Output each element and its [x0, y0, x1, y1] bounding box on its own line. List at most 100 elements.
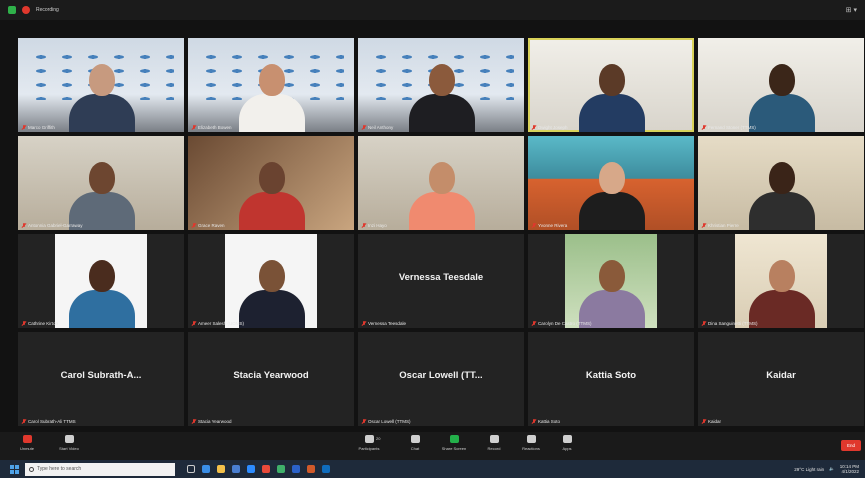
system-tray: 29°C Light rain 🔈 10:14 PM 4/1/2022	[794, 464, 865, 474]
participant-display-name: Vernessa Teesdale	[398, 272, 484, 283]
participant-name-tag: Fernand Stoner (TTMS)	[701, 125, 756, 130]
participant-name-tag: Antonnia Gabriel-Garraway	[21, 223, 83, 228]
participant-name-tag: Marco Griffith	[21, 125, 55, 130]
excel-icon[interactable]	[277, 465, 285, 473]
participant-video-figure	[235, 54, 307, 132]
participant-tile[interactable]: Marco Griffith	[18, 38, 184, 132]
participant-tile[interactable]: Cathrine Kirton	[18, 234, 184, 328]
participant-tile[interactable]: Kattia Soto Kattia Soto	[528, 332, 694, 426]
participant-tile[interactable]: Dwight Joseph	[528, 38, 694, 132]
unmute-button[interactable]: Unmute	[10, 435, 44, 451]
clock-date: 4/1/2022	[841, 469, 859, 474]
participant-name-tag: Inzi Hayo	[361, 223, 387, 228]
participant-name-label: Marco Griffith	[28, 125, 55, 130]
person-body	[749, 192, 815, 230]
person-body	[749, 94, 815, 132]
participant-video-figure	[575, 152, 647, 230]
microphone-muted-icon	[701, 223, 706, 228]
participant-tile[interactable]: Khristian Pierre	[698, 136, 864, 230]
chat-label: Chat	[410, 446, 420, 451]
chrome-icon[interactable]	[262, 465, 270, 473]
participant-tile[interactable]: Inzi Hayo	[358, 136, 524, 230]
taskbar-clock[interactable]: 10:14 PM 4/1/2022	[840, 464, 859, 474]
pinned-apps	[187, 465, 330, 473]
participant-name-tag: Ameer Salesh (UOMS)	[191, 321, 244, 326]
person-head	[599, 260, 625, 292]
participant-name-tag: Kaidar	[701, 419, 721, 424]
record-button[interactable]: Record	[477, 435, 511, 451]
participant-video-figure	[405, 152, 477, 230]
participants-count: 20	[376, 436, 381, 441]
participant-video-figure	[745, 250, 817, 328]
participant-tile[interactable]: Yvonne Rivera	[528, 136, 694, 230]
participant-tile[interactable]: Vernessa Teesdale Vernessa Teesdale	[358, 234, 524, 328]
meeting-control-bar: Unmute Start Video Participants 20 Chat …	[0, 432, 865, 460]
participant-display-name: Kattia Soto	[585, 370, 637, 381]
microphone-muted-icon	[21, 321, 26, 326]
person-body	[579, 192, 645, 230]
participants-icon	[364, 435, 374, 443]
participant-name-label: Stacia Yearwood	[198, 419, 232, 424]
person-head	[599, 162, 625, 194]
outlook-icon[interactable]	[322, 465, 330, 473]
microphone-muted-icon	[361, 321, 366, 326]
record-label: Record	[487, 446, 501, 451]
word-icon[interactable]	[292, 465, 300, 473]
microphone-muted-icon	[701, 419, 706, 424]
person-body	[239, 192, 305, 230]
participant-tile[interactable]: Neil Anthony	[358, 38, 524, 132]
participant-tile[interactable]: Fernand Stoner (TTMS)	[698, 38, 864, 132]
participant-tile[interactable]: Oscar Lowell (TT... Oscar Lowell (TTMS)	[358, 332, 524, 426]
participant-tile[interactable]: Antonnia Gabriel-Garraway	[18, 136, 184, 230]
weather-status[interactable]: 29°C Light rain	[794, 467, 824, 472]
participant-tile[interactable]: Ameer Salesh (UOMS)	[188, 234, 354, 328]
taskbar-search-box[interactable]: Type here to search	[25, 462, 175, 476]
participant-name-tag: Khristian Pierre	[701, 223, 739, 228]
video-camera-icon	[64, 435, 74, 443]
person-head	[89, 64, 115, 96]
windows-taskbar: Type here to search 29°C Light rain 🔈 10…	[0, 460, 865, 478]
windows-start-icon[interactable]	[10, 464, 19, 474]
microphone-muted-icon	[191, 223, 196, 228]
task-view-icon[interactable]	[187, 465, 195, 473]
speaker-icon[interactable]: 🔈	[829, 466, 835, 472]
zoom-meeting-window: Recording ⊞ ▾ Marco Griffith Elizabeth Bo…	[0, 0, 865, 478]
microphone-muted-icon	[361, 419, 366, 424]
microphone-muted-icon	[361, 223, 366, 228]
recording-label: Recording	[36, 7, 59, 13]
participant-tile[interactable]: Carolyn De Castro (TTMS)	[528, 234, 694, 328]
microphone-muted-icon	[21, 419, 26, 424]
microphone-muted-icon	[21, 125, 26, 130]
powerpoint-icon[interactable]	[307, 465, 315, 473]
reactions-button[interactable]: Reactions	[514, 435, 548, 451]
microphone-muted-icon	[701, 125, 706, 130]
person-head	[259, 64, 285, 96]
participant-tile[interactable]: Elizabeth Bowen	[188, 38, 354, 132]
participant-tile[interactable]: Stacia Yearwood Stacia Yearwood	[188, 332, 354, 426]
participant-tile[interactable]: Dina Sanguinetti (TTMS)	[698, 234, 864, 328]
participant-tile[interactable]: Carol Subrath-A... Carol Subrath-Ali TTMS	[18, 332, 184, 426]
apps-button[interactable]: Apps	[550, 435, 584, 451]
share-screen-icon	[449, 435, 459, 443]
participant-tile[interactable]: Kaidar Kaidar	[698, 332, 864, 426]
edge-icon[interactable]	[202, 465, 210, 473]
participant-display-name: Kaidar	[766, 370, 796, 381]
person-head	[259, 260, 285, 292]
chat-button[interactable]: Chat	[398, 435, 432, 451]
participant-tile[interactable]: Grace Raven	[188, 136, 354, 230]
security-shield-icon[interactable]	[8, 6, 16, 14]
start-video-button[interactable]: Start Video	[52, 435, 86, 451]
participant-name-label: Fernand Stoner (TTMS)	[708, 125, 756, 130]
file-explorer-icon[interactable]	[217, 465, 225, 473]
share-screen-button[interactable]: Share Screen	[437, 435, 471, 451]
person-body	[579, 94, 645, 132]
profile-photo	[735, 234, 827, 328]
apps-label: Apps	[562, 446, 572, 451]
participant-name-label: Oscar Lowell (TTMS)	[368, 419, 411, 424]
participant-name-label: Elizabeth Bowen	[198, 125, 232, 130]
end-meeting-button[interactable]: End	[841, 440, 861, 451]
store-icon[interactable]	[232, 465, 240, 473]
gallery-view-button[interactable]: ⊞ ▾	[846, 6, 857, 14]
zoom-icon[interactable]	[247, 465, 255, 473]
participants-button[interactable]: Participants 20	[352, 435, 386, 451]
